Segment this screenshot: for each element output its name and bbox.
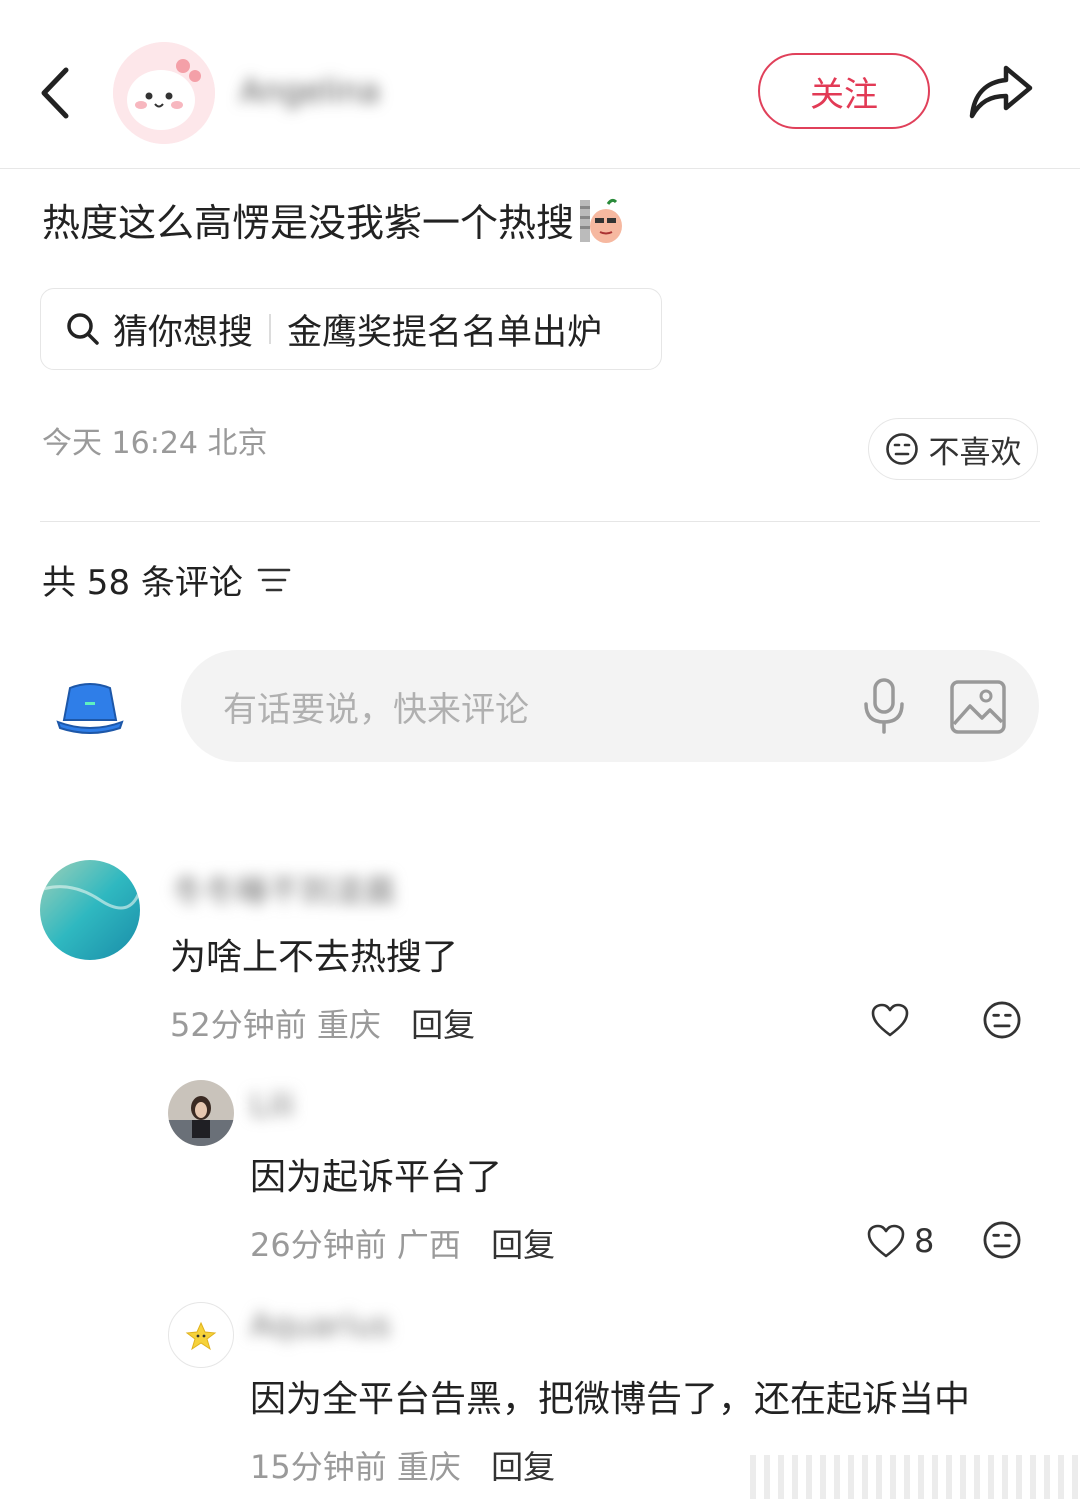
comment-count-label: 共 58 条评论	[42, 563, 243, 603]
replier-avatar[interactable]	[168, 1080, 234, 1146]
reply-meta: 26分钟前 广西 回复	[250, 1220, 555, 1266]
share-icon	[969, 65, 1033, 119]
chevron-left-icon	[41, 67, 69, 119]
header-divider	[0, 168, 1080, 169]
like-button[interactable]	[870, 1002, 918, 1038]
reply-dislike-button[interactable]	[982, 1220, 1022, 1264]
comment-time: 52分钟前	[170, 1006, 307, 1044]
chip-separator	[269, 314, 272, 344]
commenter-name[interactable]: 冬冬睡不到凌晨	[172, 866, 396, 912]
comment-location: 重庆	[316, 1006, 381, 1044]
comment-input[interactable]: 有话要说，快来评论	[181, 650, 1039, 762]
search-chip-query: 金鹰奖提名名单出炉	[287, 312, 603, 353]
section-divider	[40, 521, 1040, 522]
reply-button[interactable]: 回复	[411, 1006, 475, 1044]
reply-location: 广西	[396, 1226, 461, 1264]
watermark-strip	[750, 1455, 1080, 1499]
search-icon	[67, 313, 99, 345]
suggested-search-chip[interactable]: 猜你想搜 金鹰奖提名名单出炉	[40, 288, 662, 370]
reply-time: 26分钟前	[250, 1226, 387, 1264]
reply-button[interactable]: 回复	[491, 1448, 555, 1486]
heart-icon	[871, 1003, 909, 1037]
sticker-emoji-icon	[578, 196, 624, 244]
reply-location: 重庆	[396, 1448, 461, 1486]
replier-name[interactable]: Aquarius	[250, 1306, 391, 1344]
dislike-label: 不喜欢	[928, 434, 1022, 471]
image-picker-icon[interactable]	[948, 678, 1008, 736]
comment-meta: 52分钟前 重庆 回复	[170, 1000, 475, 1046]
neutral-face-icon	[885, 433, 918, 465]
author-name[interactable]: Angelina	[240, 72, 380, 110]
like-button[interactable]: 8	[866, 1222, 934, 1260]
sort-filter-icon[interactable]	[257, 565, 291, 595]
reply-time: 15分钟前	[250, 1448, 387, 1486]
heart-icon	[867, 1224, 905, 1258]
reply-text: 因为全平台告黑，把微博告了，还在起诉当中	[250, 1379, 971, 1420]
bucket-hat-icon	[56, 683, 124, 734]
current-user-avatar[interactable]	[54, 680, 126, 734]
search-chip-prefix: 猜你想搜	[113, 312, 254, 353]
comment-text: 为啥上不去热搜了	[170, 937, 459, 978]
commenter-avatar[interactable]	[40, 860, 140, 960]
microphone-icon[interactable]	[858, 676, 910, 736]
follow-button[interactable]: 关注	[758, 53, 930, 129]
comment-dislike-button[interactable]	[982, 1000, 1022, 1044]
post-content: 热度这么高愣是没我紫一个热搜	[42, 192, 624, 247]
like-count: 8	[914, 1222, 935, 1260]
post-text: 热度这么高愣是没我紫一个热搜	[42, 201, 575, 245]
reply-meta: 15分钟前 重庆 回复	[250, 1442, 555, 1488]
replier-avatar[interactable]	[168, 1302, 234, 1368]
neutral-face-icon	[983, 1221, 1021, 1259]
reply-text: 因为起诉平台了	[250, 1157, 503, 1198]
comment-input-placeholder: 有话要说，快来评论	[223, 689, 529, 730]
neutral-face-icon	[983, 1001, 1021, 1039]
replier-name[interactable]: Lili	[250, 1086, 295, 1124]
author-avatar[interactable]	[113, 42, 215, 144]
reply-button[interactable]: 回复	[491, 1226, 555, 1264]
dislike-button[interactable]: 不喜欢	[868, 418, 1038, 480]
post-time-location: 今天 16:24 北京	[42, 426, 268, 461]
comment-count-header: 共 58 条评论	[42, 555, 291, 604]
back-button[interactable]	[30, 58, 80, 128]
share-button[interactable]	[966, 58, 1036, 124]
